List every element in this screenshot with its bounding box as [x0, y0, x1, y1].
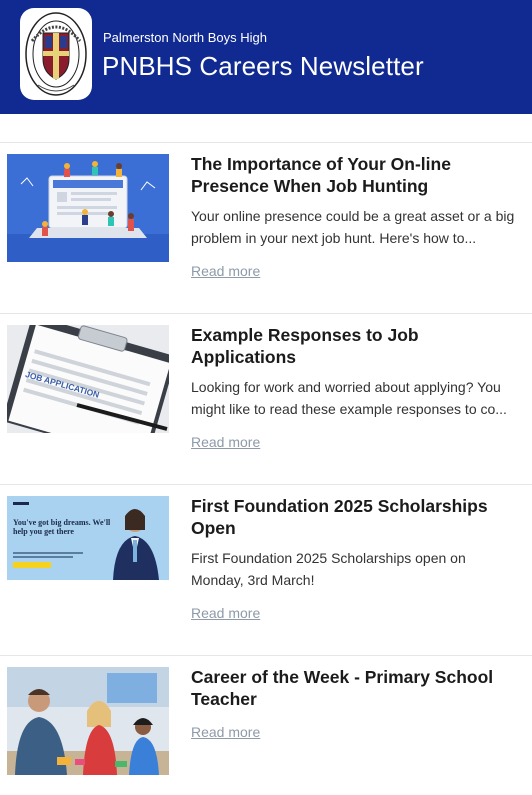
school-crest-logo — [20, 8, 92, 100]
article-card: Career of the Week - Primary School Teac… — [0, 655, 532, 795]
article-text: The Importance of Your On-line Presence … — [191, 153, 521, 279]
article-title[interactable]: Career of the Week - Primary School Teac… — [191, 666, 521, 710]
article-text: Career of the Week - Primary School Teac… — [191, 666, 521, 740]
article-thumbnail[interactable]: JOB APPLICATION — [7, 325, 169, 433]
article-title[interactable]: Example Responses to Job Applications — [191, 324, 521, 368]
article-excerpt: Looking for work and worried about apply… — [191, 379, 507, 417]
article-text: First Foundation 2025 Scholarships Open … — [191, 495, 521, 621]
article-thumbnail[interactable] — [7, 667, 169, 775]
newsletter-header: Palmerston North Boys High PNBHS Careers… — [0, 0, 532, 114]
article-card: JOB APPLICATION Example Responses to Job… — [0, 313, 532, 484]
read-more-link[interactable]: Read more — [191, 263, 521, 279]
read-more-link[interactable]: Read more — [191, 724, 521, 740]
article-excerpt: First Foundation 2025 Scholarships open … — [191, 550, 466, 588]
article-thumbnail[interactable] — [7, 154, 169, 262]
laptop-people-illustration-icon — [7, 154, 169, 262]
article-title[interactable]: First Foundation 2025 Scholarships Open — [191, 495, 521, 539]
job-application-form-photo-icon: JOB APPLICATION — [7, 325, 169, 433]
school-name: Palmerston North Boys High — [103, 30, 268, 45]
article-thumbnail[interactable]: You've got big dreams. We'll help you ge… — [7, 496, 169, 580]
classroom-teacher-photo-icon — [7, 667, 169, 775]
read-more-link[interactable]: Read more — [191, 605, 521, 621]
article-card: You've got big dreams. We'll help you ge… — [0, 484, 532, 655]
newsletter-title: PNBHS Careers Newsletter — [102, 51, 424, 81]
article-card: The Importance of Your On-line Presence … — [0, 142, 532, 313]
article-title[interactable]: The Importance of Your On-line Presence … — [191, 153, 521, 197]
banner-headline: You've got big dreams. We'll help you ge… — [13, 518, 111, 536]
read-more-link[interactable]: Read more — [191, 434, 521, 450]
school-crest-icon — [25, 12, 87, 96]
scholarship-banner-icon: You've got big dreams. We'll help you ge… — [7, 496, 169, 580]
article-list: The Importance of Your On-line Presence … — [0, 142, 532, 795]
article-text: Example Responses to Job Applications Lo… — [191, 324, 521, 450]
article-excerpt: Your online presence could be a great as… — [191, 208, 515, 246]
